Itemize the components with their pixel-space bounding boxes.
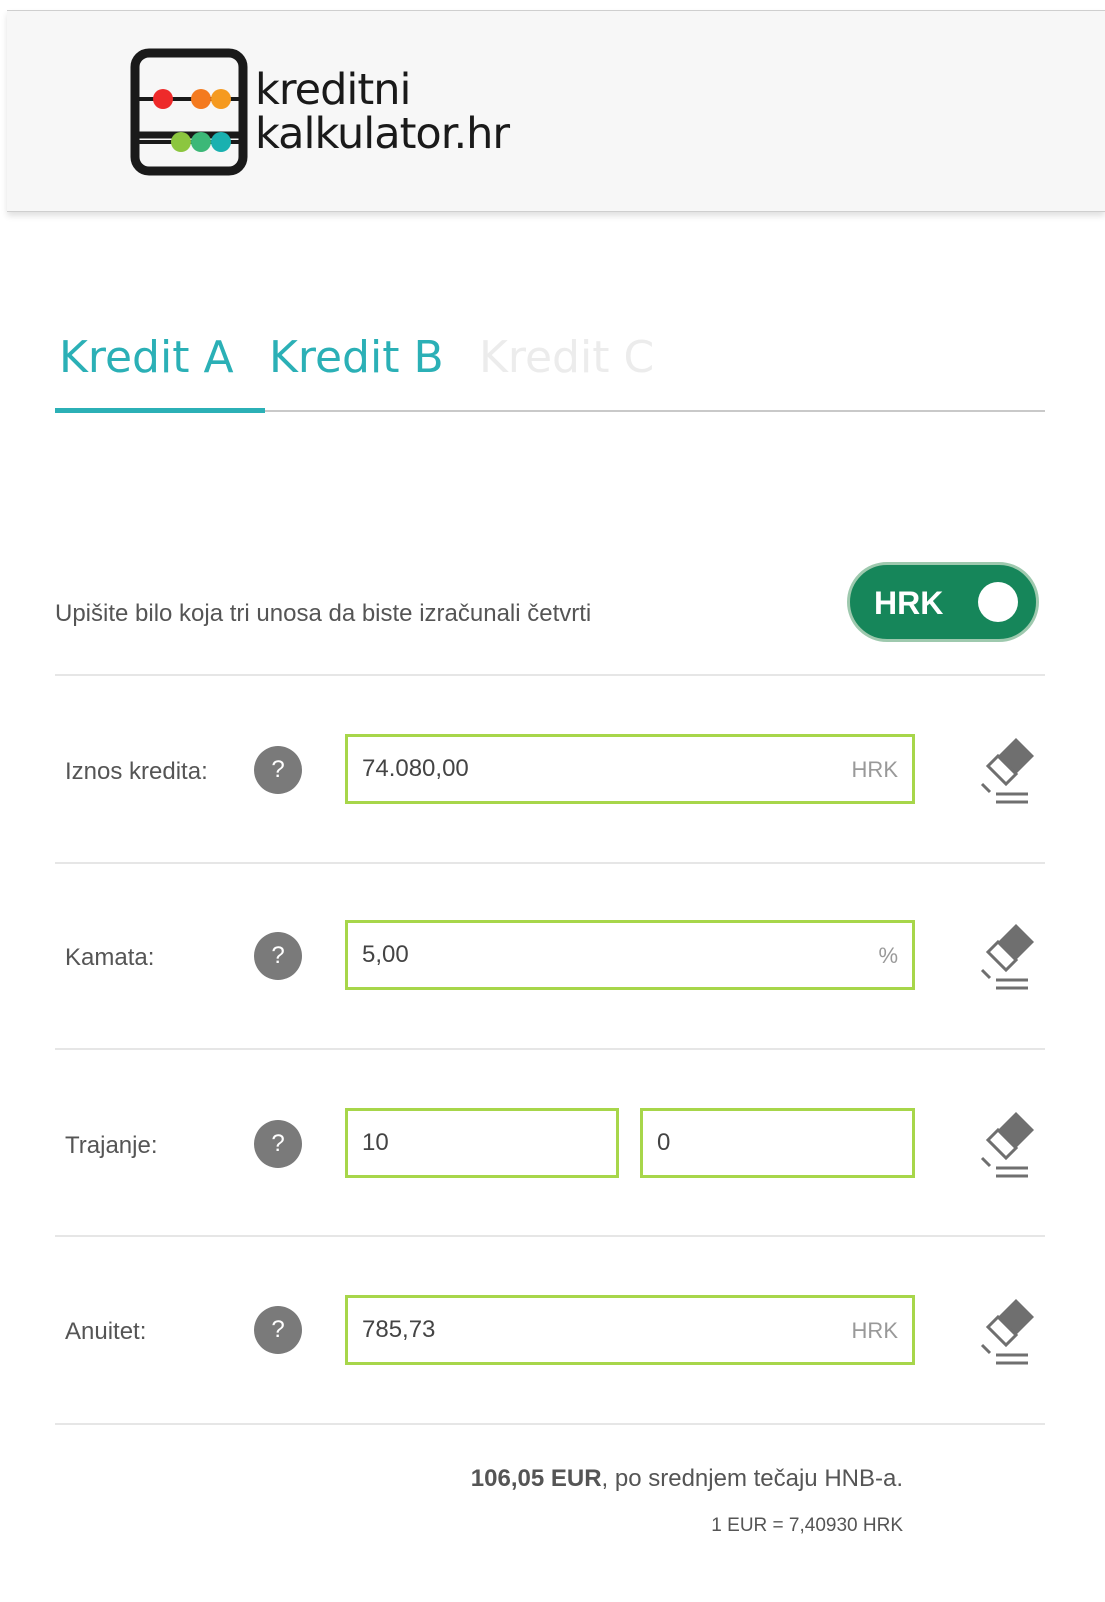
calculator-page: kreditni kalkulator.hr Kredit A Kredit B…: [0, 0, 1105, 1602]
logo-line-1: kreditni: [255, 65, 411, 115]
amount-field: HRK: [345, 734, 915, 804]
annuity-help-icon[interactable]: ?: [254, 1306, 302, 1354]
duration-years-field: [345, 1108, 619, 1178]
divider: [55, 1048, 1045, 1050]
currency-toggle-label: HRK: [874, 585, 944, 621]
annuity-field: HRK: [345, 1295, 915, 1365]
amount-help-icon[interactable]: ?: [254, 746, 302, 794]
site-header: kreditni kalkulator.hr: [7, 10, 1105, 212]
eur-suffix: , po srednjem tečaju HNB-a.: [601, 1465, 903, 1492]
interest-help-icon[interactable]: ?: [254, 932, 302, 980]
amount-unit: HRK: [851, 757, 898, 782]
logo-line-2: kalkulator.hr: [255, 109, 510, 159]
tab-kredit-c[interactable]: Kredit C: [479, 332, 654, 383]
annuity-unit: HRK: [851, 1318, 898, 1343]
tab-kredit-a[interactable]: Kredit A: [59, 332, 234, 383]
instruction-text: Upišite bilo koja tri unosa da biste izr…: [55, 600, 592, 627]
duration-help-icon[interactable]: ?: [254, 1120, 302, 1168]
duration-eraser-icon[interactable]: [976, 1108, 1036, 1180]
divider: [55, 1423, 1045, 1425]
tab-kredit-b[interactable]: Kredit B: [269, 332, 444, 383]
interest-field: %: [345, 920, 915, 990]
annuity-eraser-icon[interactable]: [976, 1295, 1036, 1367]
annuity-input[interactable]: [362, 1298, 836, 1362]
eur-amount: 106,05 EUR: [470, 1465, 602, 1492]
toggle-knob: [978, 582, 1018, 622]
abacus-logo-icon: [129, 47, 251, 177]
duration-months-input[interactable]: [657, 1111, 898, 1175]
interest-label: Kamata:: [65, 944, 155, 971]
divider: [55, 674, 1045, 676]
interest-input[interactable]: [362, 923, 836, 987]
credit-tabs: Kredit A Kredit B Kredit C: [55, 326, 1045, 413]
duration-label: Trajanje:: [65, 1132, 158, 1159]
logo-wordmark: kreditni kalkulator.hr: [255, 65, 510, 159]
eur-conversion-note: 106,05 EUR, po srednjem tečaju HNB-a.: [471, 1465, 903, 1493]
interest-unit: %: [878, 943, 898, 968]
annuity-label: Anuitet:: [65, 1318, 147, 1345]
divider: [55, 862, 1045, 864]
amount-label: Iznos kredita:: [65, 758, 208, 785]
duration-months-field: [640, 1108, 915, 1178]
exchange-rate-note: 1 EUR = 7,40930 HRK: [711, 1515, 903, 1536]
amount-eraser-icon[interactable]: [976, 734, 1036, 806]
currency-toggle[interactable]: HRK: [847, 562, 1039, 642]
duration-years-input[interactable]: [362, 1111, 602, 1175]
active-tab-indicator: [55, 408, 265, 413]
site-logo[interactable]: kreditni kalkulator.hr: [129, 47, 510, 177]
divider: [55, 1235, 1045, 1237]
interest-eraser-icon[interactable]: [976, 920, 1036, 992]
amount-input[interactable]: [362, 737, 836, 801]
